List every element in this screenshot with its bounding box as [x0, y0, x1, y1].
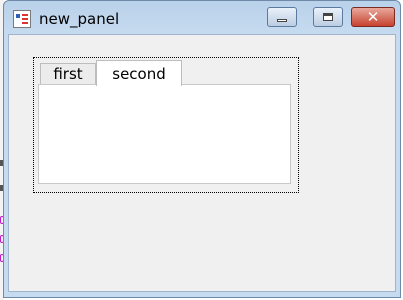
- app-window: new_panel ✕ first second: [3, 0, 401, 298]
- minimize-button[interactable]: [267, 7, 297, 27]
- maximize-button[interactable]: [313, 7, 343, 27]
- client-area: first second: [8, 34, 396, 292]
- tab-content-area: [38, 84, 291, 184]
- tab-second[interactable]: second: [96, 60, 182, 86]
- tab-label: second: [112, 64, 166, 83]
- close-button[interactable]: ✕: [351, 7, 395, 27]
- maximize-icon: [323, 13, 333, 21]
- window-title: new_panel: [39, 10, 120, 28]
- app-icon[interactable]: [13, 10, 31, 28]
- minimize-icon: [277, 18, 287, 22]
- close-icon: ✕: [366, 8, 380, 26]
- tab-label: first: [53, 65, 83, 83]
- title-bar[interactable]: new_panel ✕: [4, 1, 400, 35]
- tab-panel: first second: [33, 57, 299, 193]
- tab-first[interactable]: first: [40, 63, 96, 84]
